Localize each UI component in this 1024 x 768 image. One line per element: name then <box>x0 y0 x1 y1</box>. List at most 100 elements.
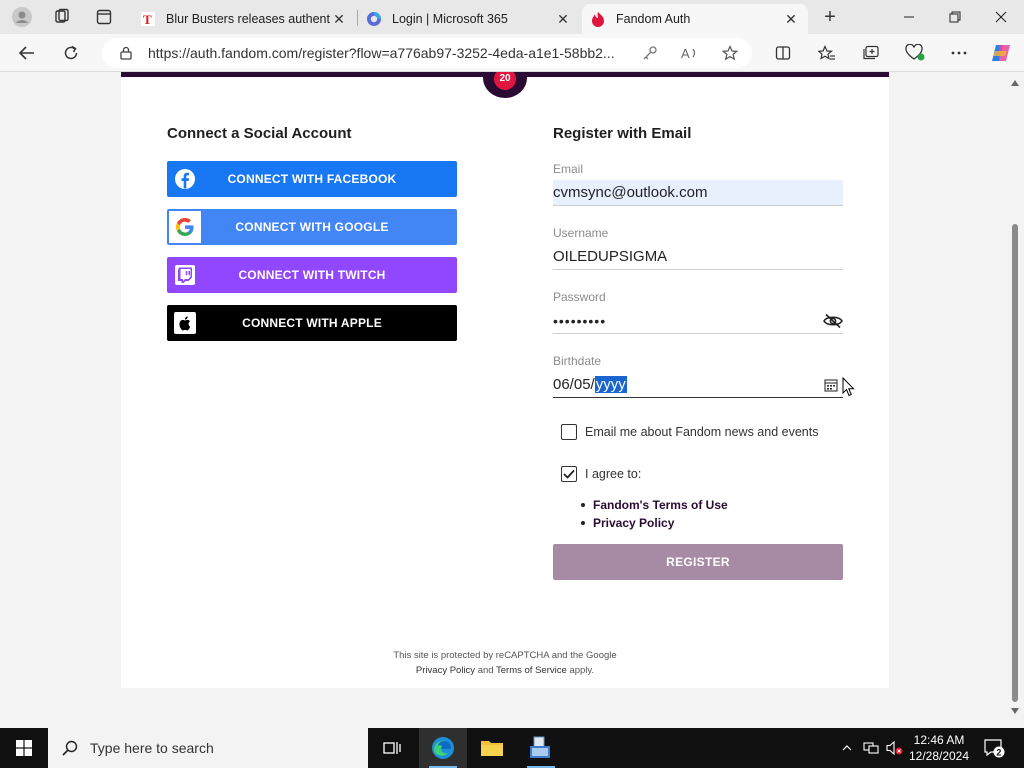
windows-taskbar: Type here to search 12:46 AM 12/28/2024 … <box>0 728 1024 768</box>
close-tab-icon[interactable]: ✕ <box>330 10 348 28</box>
twitch-icon <box>167 257 203 293</box>
notification-count: 2 <box>996 747 1001 757</box>
taskbar-search-box[interactable]: Type here to search <box>48 728 368 768</box>
checkmark-icon <box>563 469 575 479</box>
remote-desktop-icon[interactable] <box>517 728 565 768</box>
settings-more-icon[interactable] <box>944 39 974 67</box>
favorites-icon[interactable] <box>812 39 842 67</box>
recaptcha-apply: apply. <box>569 665 595 676</box>
birthdate-year-selected[interactable]: yyyy <box>594 376 627 393</box>
close-tab-icon[interactable]: ✕ <box>782 10 800 28</box>
windows-start-icon[interactable] <box>0 728 48 768</box>
username-field-group: Username OILEDUPSIGMA <box>553 226 843 270</box>
page-viewport: 20 Connect a Social Account CONNECT WITH… <box>0 72 1006 728</box>
register-card: 20 Connect a Social Account CONNECT WITH… <box>121 72 889 688</box>
close-tab-icon[interactable]: ✕ <box>554 10 572 28</box>
username-field[interactable]: OILEDUPSIGMA <box>553 244 843 270</box>
address-bar[interactable]: https://auth.fandom.com/register?flow=a7… <box>102 38 752 68</box>
privacy-policy-link[interactable]: Privacy Policy <box>593 516 674 530</box>
file-explorer-icon[interactable] <box>468 728 516 768</box>
microsoft365-favicon-icon <box>366 11 382 27</box>
list-item: Privacy Policy <box>581 514 728 532</box>
taskbar-clock[interactable]: 12:46 AM 12/28/2024 <box>906 732 972 764</box>
birthdate-label: Birthdate <box>553 354 602 368</box>
collections-icon[interactable] <box>856 39 886 67</box>
back-icon[interactable] <box>12 39 42 67</box>
url-text: https://auth.fandom.com/register?flow=a7… <box>148 45 615 61</box>
volume-muted-icon[interactable] <box>884 728 906 768</box>
newsletter-row: Email me about Fandom news and events <box>561 424 818 440</box>
recaptcha-line: This site is protected by reCAPTCHA and … <box>393 650 617 661</box>
connect-apple-button[interactable]: CONNECT WITH APPLE <box>167 305 457 341</box>
google-terms-link[interactable]: Terms of Service <box>496 665 567 676</box>
password-key-icon[interactable] <box>640 44 660 62</box>
email-field-group: Email cvmsync@outlook.com <box>553 162 843 206</box>
minimize-icon[interactable] <box>886 0 932 34</box>
connect-twitch-button[interactable]: CONNECT WITH TWITCH <box>167 257 457 293</box>
google-label: CONNECT WITH GOOGLE <box>235 220 389 234</box>
birthdate-field[interactable]: 06/05/yyyy <box>553 372 843 398</box>
password-field[interactable]: ••••••••• <box>553 308 843 334</box>
facebook-icon <box>167 161 203 197</box>
agree-checkbox[interactable] <box>561 466 577 482</box>
search-icon <box>62 740 78 756</box>
show-hidden-icons-icon[interactable] <box>838 728 856 768</box>
clock-time: 12:46 AM <box>913 733 965 747</box>
connect-facebook-button[interactable]: CONNECT WITH FACEBOOK <box>167 161 457 197</box>
newsletter-checkbox[interactable] <box>561 424 577 440</box>
username-label: Username <box>553 226 609 240</box>
google-privacy-link[interactable]: Privacy Policy <box>416 665 475 676</box>
network-icon[interactable] <box>860 728 882 768</box>
workspaces-icon[interactable] <box>48 5 76 29</box>
apple-icon <box>167 305 203 341</box>
tab-actions-icon[interactable] <box>90 5 118 29</box>
social-section-title: Connect a Social Account <box>167 125 352 142</box>
agree-label: I agree to: <box>585 467 642 481</box>
search-placeholder: Type here to search <box>90 740 214 756</box>
read-aloud-icon[interactable]: A <box>680 44 700 62</box>
profile-icon[interactable] <box>8 5 36 29</box>
terms-of-use-link[interactable]: Fandom's Terms of Use <box>593 498 728 512</box>
close-window-icon[interactable] <box>978 0 1024 34</box>
task-view-icon[interactable] <box>368 728 416 768</box>
favorite-star-icon[interactable] <box>720 44 740 62</box>
recaptcha-and: and <box>477 665 494 676</box>
register-button[interactable]: REGISTER <box>553 544 843 580</box>
browser-toolbar: https://auth.fandom.com/register?flow=a7… <box>0 34 1024 72</box>
password-label: Password <box>553 290 606 304</box>
notifications-icon[interactable]: 2 <box>982 736 1006 760</box>
fandom-badge: 20 <box>483 72 527 98</box>
tab-blur-busters[interactable]: T Blur Busters releases authentic ✕ <box>132 4 356 34</box>
tab-title: Blur Busters releases authentic <box>166 12 330 26</box>
clock-date: 12/28/2024 <box>908 749 970 763</box>
scroll-down-icon[interactable] <box>1011 708 1019 714</box>
apple-label: CONNECT WITH APPLE <box>242 316 382 330</box>
tab-strip: T Blur Busters releases authentic ✕ Logi… <box>0 0 1024 34</box>
calendar-icon[interactable] <box>821 376 841 394</box>
tab-microsoft-365[interactable]: Login | Microsoft 365 ✕ <box>358 4 580 34</box>
password-field-group: Password ••••••••• <box>553 290 843 334</box>
list-item: Fandom's Terms of Use <box>581 496 728 514</box>
svg-text:A: A <box>681 46 690 61</box>
new-tab-icon[interactable]: + <box>816 6 844 28</box>
blurbusters-favicon-icon: T <box>140 11 156 27</box>
edge-taskbar-icon[interactable] <box>419 728 467 768</box>
terms-list: Fandom's Terms of Use Privacy Policy <box>581 496 728 532</box>
copilot-icon[interactable] <box>986 39 1016 67</box>
refresh-icon[interactable] <box>56 39 86 67</box>
email-field[interactable]: cvmsync@outlook.com <box>553 180 843 206</box>
scrollbar-thumb[interactable] <box>1012 224 1018 702</box>
split-screen-icon[interactable] <box>768 39 798 67</box>
birthdate-month-day: 06/05/ <box>553 376 595 393</box>
hide-password-icon[interactable] <box>823 312 843 330</box>
tab-fandom-auth[interactable]: Fandom Auth ✕ <box>582 4 808 34</box>
page-scrollbar[interactable] <box>1006 72 1024 728</box>
svg-text:T: T <box>143 12 152 26</box>
restore-icon[interactable] <box>932 0 978 34</box>
scroll-up-icon[interactable] <box>1011 80 1019 86</box>
recaptcha-notice: This site is protected by reCAPTCHA and … <box>121 648 889 678</box>
lock-icon[interactable] <box>118 45 134 61</box>
browser-essentials-icon[interactable] <box>900 39 930 67</box>
connect-google-button[interactable]: CONNECT WITH GOOGLE <box>167 209 457 245</box>
register-section-title: Register with Email <box>553 125 692 142</box>
